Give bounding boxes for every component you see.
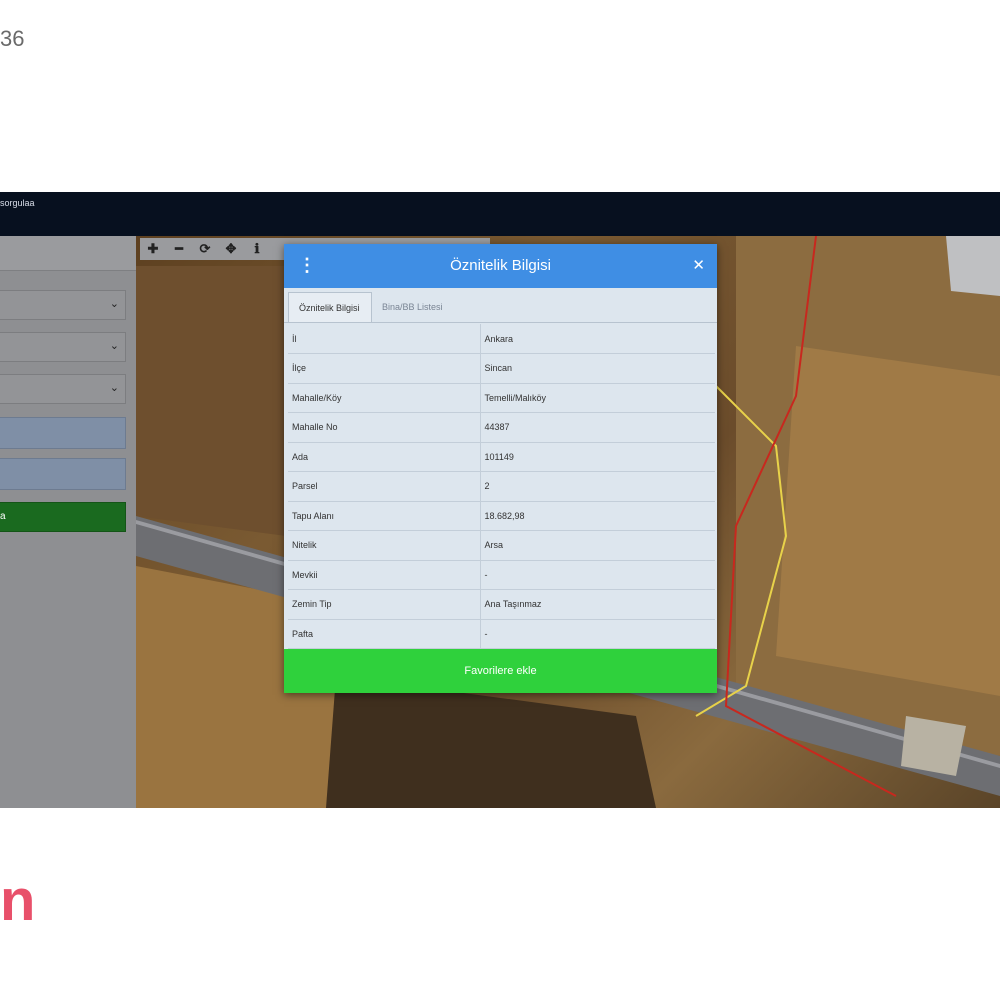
dialog-title: Öznitelik Bilgisi (450, 257, 551, 274)
table-row: Pafta - (288, 619, 715, 649)
attribute-value: 44387 (480, 412, 715, 443)
attribute-value: 2 (480, 471, 715, 502)
dialog-header: ⋮ Öznitelik Bilgisi ✕ (284, 244, 717, 288)
sidebar: ⌄ ⌄ ⌄ a (0, 236, 136, 808)
attribute-label: Parsel (288, 471, 481, 502)
building (901, 716, 966, 776)
field-area (776, 346, 1000, 696)
query-button[interactable]: a (0, 502, 126, 532)
attribute-value: - (480, 619, 715, 649)
dialog-tabs: Öznitelik Bilgisi Bina/BB Listesi (284, 292, 717, 323)
table-row: Tapu Alanı 18.682,98 (288, 501, 715, 531)
table-row: Mahalle/Köy Temelli/Malıköy (288, 383, 715, 413)
corner-number: 36 (0, 26, 25, 51)
attribute-label: Mahalle No (288, 412, 481, 443)
province-select[interactable]: ⌄ (0, 290, 126, 320)
attribute-value: 18.682,98 (480, 501, 715, 531)
table-row: Ada 101149 (288, 442, 715, 472)
table-row: İl Ankara (288, 324, 715, 354)
query-button-label: a (0, 511, 6, 522)
field-area (136, 266, 286, 536)
attribute-label: Ada (288, 442, 481, 472)
attribute-label: Mahalle/Köy (288, 383, 481, 413)
attribute-label: İl (288, 324, 481, 354)
attribute-label: Mevkii (288, 560, 481, 590)
chevron-down-icon: ⌄ (109, 298, 119, 310)
zoom-in-icon[interactable]: ✚ (140, 238, 166, 260)
tab-building-list[interactable]: Bina/BB Listesi (372, 292, 472, 322)
table-row: İlçe Sincan (288, 353, 715, 384)
table-row: Nitelik Arsa (288, 530, 715, 561)
attribute-label: Nitelik (288, 530, 481, 561)
attribute-value: - (480, 560, 715, 590)
attribute-value: Ana Taşınmaz (480, 589, 715, 620)
table-row: Parsel 2 (288, 471, 715, 502)
refresh-icon[interactable]: ⟳ (192, 238, 218, 260)
info-icon[interactable]: ℹ (244, 238, 270, 260)
attribute-value: 101149 (480, 442, 715, 472)
zoom-out-icon[interactable]: ━ (166, 238, 192, 260)
tab-attribute-info[interactable]: Öznitelik Bilgisi (288, 292, 372, 322)
brand-logo-fragment: n (0, 868, 36, 933)
attribute-table: İl Ankara İlçe Sincan Mahalle/Köy Temelli/Mal… (288, 324, 715, 649)
attribute-value: Sincan (480, 353, 715, 384)
attribute-value: Ankara (480, 324, 715, 354)
table-row: Zemin Tip Ana Taşınmaz (288, 589, 715, 620)
chevron-down-icon: ⌄ (109, 382, 119, 394)
parcel-input[interactable] (0, 458, 126, 490)
attribute-label: Zemin Tip (288, 589, 481, 620)
sidebar-header (0, 236, 136, 271)
attribute-label: Tapu Alanı (288, 501, 481, 531)
attribute-value: Arsa (480, 530, 715, 561)
titlebar: sorgulaa (0, 192, 1000, 236)
table-row: Mevkii - (288, 560, 715, 590)
window-title: sorgulaa (0, 198, 35, 208)
attribute-label: Pafta (288, 619, 481, 649)
table-row: Mahalle No 44387 (288, 412, 715, 443)
add-to-favorites-button[interactable]: Favorilere ekle (284, 649, 717, 693)
locate-icon[interactable]: ✥ (218, 238, 244, 260)
field-area (326, 676, 656, 808)
neighborhood-select[interactable]: ⌄ (0, 374, 126, 404)
close-icon[interactable]: ✕ (692, 256, 705, 274)
attribute-label: İlçe (288, 353, 481, 384)
district-select[interactable]: ⌄ (0, 332, 126, 362)
attribute-info-dialog: ⋮ Öznitelik Bilgisi ✕ Öznitelik Bilgisi … (284, 244, 717, 693)
block-input[interactable] (0, 417, 126, 449)
building (946, 236, 1000, 296)
attribute-value: Temelli/Malıköy (480, 383, 715, 413)
chevron-down-icon: ⌄ (109, 340, 119, 352)
